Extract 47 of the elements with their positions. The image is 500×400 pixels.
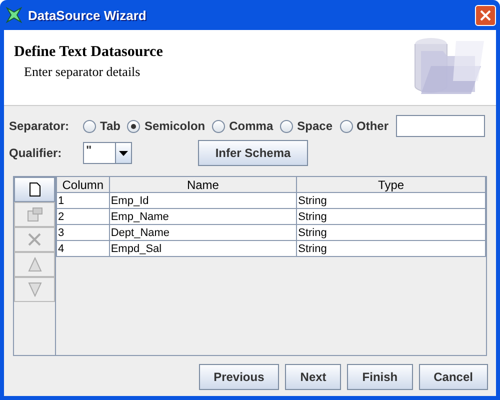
radio-circle[interactable] [340, 120, 353, 132]
column-header[interactable]: Column [56, 177, 110, 192]
table-cell: String [296, 224, 486, 240]
wizard-button[interactable]: Next [285, 364, 342, 390]
table-cell: 3 [56, 224, 110, 240]
column-header[interactable]: Type [296, 177, 486, 192]
table-cell: String [296, 240, 486, 256]
page-title: Define Text Datasource [14, 44, 164, 61]
table-cell: 1 [56, 192, 110, 208]
new-document-icon [28, 182, 40, 197]
page-subtitle: Enter separator details [23, 64, 142, 80]
close-button[interactable] [475, 4, 496, 26]
radio-circle[interactable] [280, 120, 294, 132]
close-icon [480, 10, 491, 20]
separator-radio[interactable]: Space [280, 119, 333, 133]
qualifier-label: Qualifier: [9, 146, 63, 160]
app-icon [6, 7, 22, 23]
table-cell: Emp_Id [109, 192, 297, 208]
separator-radio[interactable]: Comma [212, 119, 274, 133]
separator-label: Separator: [9, 119, 70, 133]
table-cell: Dept_Name [109, 224, 297, 240]
radio-circle[interactable] [127, 120, 140, 132]
radio-circle[interactable] [83, 120, 96, 132]
table-cell: String [296, 208, 486, 224]
properties-icon [26, 207, 42, 222]
separator-radio[interactable]: Other [340, 119, 389, 133]
wizard-button[interactable]: Cancel [418, 364, 488, 390]
window-title: DataSource Wizard [28, 8, 146, 22]
dropdown-arrow-icon [119, 150, 128, 156]
table-cell: 2 [56, 208, 110, 224]
infer-schema-button[interactable]: Infer Schema [198, 140, 308, 166]
column-header[interactable]: Name [109, 177, 297, 192]
down-arrow-icon [28, 282, 42, 297]
wizard-button[interactable]: Previous [198, 364, 280, 390]
radio-circle[interactable] [212, 120, 226, 132]
table-cell: Emp_Name [109, 208, 297, 224]
wizard-button[interactable]: Finish [347, 364, 413, 390]
table-cell: String [296, 192, 486, 208]
table-cell: Empd_Sal [109, 240, 297, 256]
qualifier-dropdown[interactable]: " [83, 142, 132, 164]
up-arrow-icon [28, 257, 42, 272]
separator-radio[interactable]: Tab [83, 119, 120, 133]
delete-icon [28, 233, 41, 246]
table-cell: 4 [56, 240, 110, 256]
toolbar-button[interactable] [14, 177, 55, 202]
other-separator-field[interactable] [396, 115, 485, 137]
separator-radio[interactable]: Semicolon [127, 119, 206, 133]
